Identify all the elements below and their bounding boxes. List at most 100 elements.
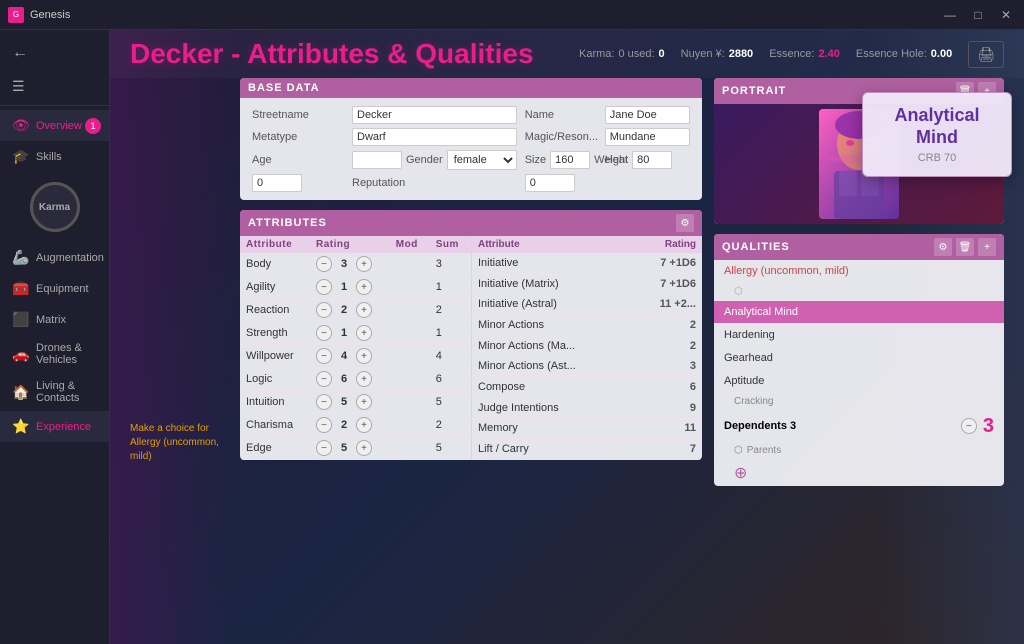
attr-decrement[interactable]: − (316, 279, 332, 295)
sidebar-item-experience[interactable]: ⭐ Experience (0, 411, 109, 442)
attr-decrement[interactable]: − (316, 371, 332, 387)
attributes-settings-btn[interactable]: ⚙ (676, 214, 694, 232)
quality-gearhead-name: Gearhead (724, 352, 773, 364)
portrait-title: PORTRAIT (722, 85, 786, 97)
attr-increment[interactable]: + (356, 279, 372, 295)
quality-hardening-name: Hardening (724, 329, 775, 341)
nuyen-stat: Nuyen ¥: 2880 (681, 48, 754, 60)
titlebar: G Genesis — □ ✕ (0, 0, 1024, 30)
derived-name: Minor Actions (472, 315, 632, 336)
derived-col-rating: Rating (632, 236, 702, 253)
magic-input[interactable] (605, 128, 690, 146)
qualities-panel: QUALITIES ⚙ 🗑 + Allergy (uncommon, mild)… (714, 234, 1004, 486)
close-button[interactable]: ✕ (996, 5, 1016, 25)
dependents-decrement[interactable]: − (961, 418, 977, 434)
attributes-panel: ATTRIBUTES ⚙ Attribute Rating (240, 210, 702, 460)
derived-name: Minor Actions (Ast... (472, 356, 632, 377)
sidebar-item-matrix[interactable]: ⬛ Matrix (0, 304, 109, 335)
quality-gearhead[interactable]: Gearhead (714, 347, 1004, 370)
analytical-mind-title: Analytical Mind (879, 105, 995, 148)
attr-name: Logic (240, 368, 310, 391)
nuyen-label: Nuyen ¥: (681, 48, 725, 60)
sidebar-item-skills[interactable]: 🎓 Skills (0, 141, 109, 172)
age-gender-row: Gender female male other (348, 148, 521, 172)
attr-decrement[interactable]: − (316, 325, 332, 341)
attr-increment[interactable]: + (356, 417, 372, 433)
attr-decrement[interactable]: − (316, 440, 332, 456)
attr-sum: 6 (430, 368, 471, 391)
sidebar-item-overview[interactable]: 👁 Overview 1 (0, 110, 109, 141)
attr-decrement[interactable]: − (316, 348, 332, 364)
attr-increment[interactable]: + (356, 325, 372, 341)
sidebar-item-equipment[interactable]: 🧰 Equipment (0, 273, 109, 304)
minimize-button[interactable]: — (940, 5, 960, 25)
streetname-input[interactable] (352, 106, 517, 124)
name-label: Name (521, 104, 601, 126)
derived-value: 7 (632, 439, 702, 460)
dependents-add-btn[interactable]: ⊕ (714, 460, 1004, 486)
derived-value: 2 (632, 335, 702, 356)
hamburger-menu[interactable]: ☰ (0, 72, 109, 101)
qualities-settings-btn[interactable]: ⚙ (934, 238, 952, 256)
derived-name: Compose (472, 377, 632, 398)
quality-aptitude[interactable]: Aptitude (714, 370, 1004, 393)
quality-allergy[interactable]: Allergy (uncommon, mild) (714, 260, 1004, 283)
gender-select[interactable]: female male other (447, 150, 517, 170)
dependents-sub: ⬡ Parents (714, 442, 1004, 460)
attr-decrement[interactable]: − (316, 417, 332, 433)
attributes-tools: ⚙ (676, 214, 694, 232)
reputation-input[interactable] (525, 174, 575, 192)
table-row: Minor Actions (Ast... 3 (472, 356, 703, 377)
age-input[interactable] (352, 151, 402, 169)
quality-hardening[interactable]: Hardening (714, 324, 1004, 347)
maximize-button[interactable]: □ (968, 5, 988, 25)
attr-mod (390, 437, 430, 460)
print-button[interactable]: 🖨 (968, 41, 1004, 68)
attr-val: 1 (336, 327, 352, 339)
attr-decrement[interactable]: − (316, 302, 332, 318)
attr-increment[interactable]: + (356, 440, 372, 456)
quality-dependents: Dependents 3 − 3 (714, 411, 1004, 442)
heat-input[interactable] (252, 174, 302, 192)
attr-increment[interactable]: + (356, 256, 372, 272)
sidebar-item-drones[interactable]: 🚗 Drones & Vehicles (0, 335, 109, 373)
sidebar-label-drones: Drones & Vehicles (36, 342, 97, 366)
attr-increment[interactable]: + (356, 348, 372, 364)
derived-table: Attribute Rating Initiative 7 +1D6 Initi… (471, 236, 702, 460)
metatype-label: Metatype (248, 126, 348, 148)
back-button[interactable]: ← (0, 38, 109, 68)
attr-rating: − 1 + (310, 322, 390, 345)
header-bar: Decker - Attributes & Qualities Karma: 0… (110, 30, 1024, 78)
base-data-title: BASE DATA (248, 82, 320, 94)
qualities-delete-btn[interactable]: 🗑 (956, 238, 974, 256)
attr-rating: − 2 + (310, 299, 390, 322)
quality-aptitude-name: Aptitude (724, 375, 764, 387)
derived-value: 7 +1D6 (632, 273, 702, 294)
sidebar-label-matrix: Matrix (36, 314, 66, 326)
attr-increment[interactable]: + (356, 394, 372, 410)
magic-label: Magic/Reson... (521, 126, 601, 148)
gender-label: Gender (406, 154, 443, 166)
attr-increment[interactable]: + (356, 302, 372, 318)
attr-mod (390, 253, 430, 276)
attr-mod (390, 322, 430, 345)
karma-label: Karma (39, 202, 70, 213)
sidebar-item-living[interactable]: 🏠 Living & Contacts (0, 373, 109, 411)
metatype-input[interactable] (352, 128, 517, 146)
analytical-mind-subtitle: CRB 70 (879, 152, 995, 164)
size-input[interactable] (550, 151, 590, 169)
skills-icon: 🎓 (12, 148, 28, 165)
name-input[interactable] (605, 106, 690, 124)
experience-icon: ⭐ (12, 418, 28, 435)
sidebar-item-augmentation[interactable]: 🦾 Augmentation (0, 242, 109, 273)
page-title: Decker - Attributes & Qualities (130, 38, 534, 70)
table-row: Charisma − 2 + 2 (240, 414, 471, 437)
quality-analytical[interactable]: Analytical Mind (714, 301, 1004, 324)
qualities-add-btn[interactable]: + (978, 238, 996, 256)
dependents-relation: Parents (747, 445, 781, 456)
attr-increment[interactable]: + (356, 371, 372, 387)
attr-val: 2 (336, 304, 352, 316)
base-data-header: BASE DATA (240, 78, 702, 98)
attr-decrement[interactable]: − (316, 394, 332, 410)
attr-decrement[interactable]: − (316, 256, 332, 272)
